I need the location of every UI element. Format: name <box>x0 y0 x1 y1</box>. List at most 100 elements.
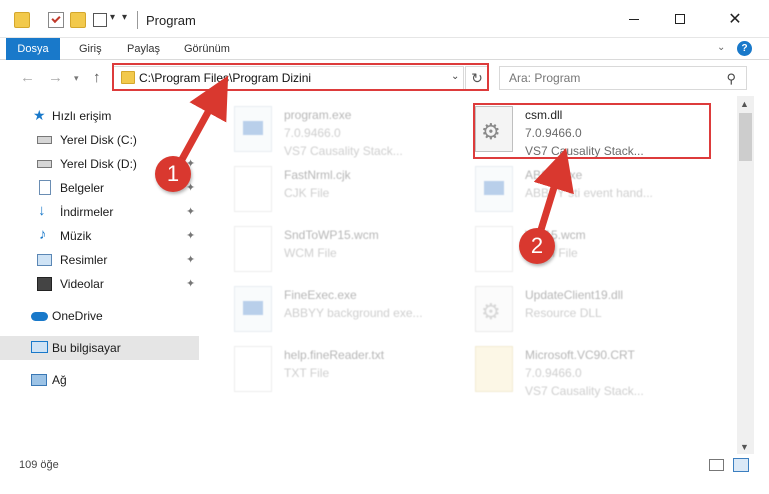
close-button[interactable]: ✕ <box>712 0 758 38</box>
file-item[interactable]: SndToWP15.wcm WCM File <box>222 224 462 280</box>
file-item[interactable]: program.exe 7.0.9466.0 VS7 Causality Sta… <box>222 104 462 160</box>
file-description: VS7 Causality Stack... <box>525 384 644 398</box>
file-name: UpdateClient19.dll <box>525 288 624 302</box>
search-placeholder: Ara: Program <box>509 71 581 85</box>
network-icon <box>31 374 47 386</box>
tab-file[interactable]: Dosya <box>6 38 60 60</box>
file-item[interactable]: Microsoft.VC90.CRT 7.0.9466.0 VS7 Causal… <box>463 344 703 400</box>
chevron-down-icon[interactable]: ▾ <box>110 12 115 23</box>
navigation-pane: ★ Hızlı erişim Yerel Disk (C:) Yerel Dis… <box>0 100 205 452</box>
star-icon: ★ <box>33 107 46 123</box>
sidebar-item-onedrive[interactable]: OneDrive <box>0 304 205 328</box>
scroll-down-icon[interactable]: ▼ <box>740 442 749 452</box>
file-item[interactable]: ABSTI.exe ABBYY sti event hand... <box>463 164 703 220</box>
file-name: program.exe <box>284 108 352 122</box>
scrollbar-thumb[interactable] <box>739 113 752 161</box>
manifest-icon <box>475 346 513 392</box>
exe-icon <box>234 286 272 332</box>
pictures-icon <box>37 254 52 266</box>
sidebar-item-quick-access[interactable]: ★ Hızlı erişim <box>0 104 205 128</box>
file-item[interactable]: FastNrml.cjk CJK File <box>222 164 462 220</box>
file-name: FineExec.exe <box>284 288 357 302</box>
pin-icon[interactable]: ✦ <box>186 229 195 242</box>
search-icon[interactable]: ⚲ <box>726 71 736 87</box>
file-item[interactable]: FineExec.exe ABBYY background exe... <box>222 284 462 340</box>
sidebar-item-label: Resimler <box>60 253 108 267</box>
tab-view[interactable]: Görünüm <box>184 38 230 60</box>
file-highlight-box <box>473 103 711 159</box>
forward-arrow-icon[interactable]: → <box>48 69 63 86</box>
scroll-up-icon[interactable]: ▲ <box>740 99 749 109</box>
gear-icon: ⚙ <box>481 299 501 324</box>
folder-icon[interactable] <box>14 12 30 28</box>
item-count: 109 öğe <box>19 459 59 471</box>
sidebar-item-label: Ağ <box>52 373 67 387</box>
file-item[interactable]: WP15.wcm WCM File <box>463 224 703 280</box>
file-type: WCM File <box>284 246 337 260</box>
sidebar-item-network[interactable]: Ağ <box>0 368 205 392</box>
file-version: 7.0.9466.0 <box>525 366 582 380</box>
document-icon <box>234 226 272 272</box>
sidebar-item-this-pc[interactable]: Bu bilgisayar <box>0 336 199 360</box>
file-description: VS7 Causality Stack... <box>284 144 403 158</box>
minimize-button[interactable] <box>611 0 657 38</box>
large-icons-view-icon[interactable] <box>733 458 749 472</box>
exe-icon <box>234 106 272 152</box>
music-icon: ♪ <box>39 226 47 243</box>
document-icon <box>234 346 272 392</box>
pin-icon[interactable]: ✦ <box>186 205 195 218</box>
sidebar-item-disk-c[interactable]: Yerel Disk (C:) <box>0 128 205 152</box>
drive-icon <box>37 160 52 168</box>
download-icon: ↓ <box>38 202 46 219</box>
sidebar-item-downloads[interactable]: ↓ İndirmeler ✦ <box>0 200 205 224</box>
sidebar-item-label: İndirmeler <box>60 205 114 219</box>
file-type: ABBYY sti event hand... <box>525 186 653 200</box>
file-name: Microsoft.VC90.CRT <box>525 348 635 362</box>
exe-icon <box>475 166 513 212</box>
sidebar-item-music[interactable]: ♪ Müzik ✦ <box>0 224 205 248</box>
drive-icon <box>37 136 52 144</box>
cloud-icon <box>31 312 48 321</box>
expand-ribbon-icon[interactable]: ⌄ <box>717 42 725 53</box>
pin-icon[interactable]: ✦ <box>186 253 195 266</box>
details-view-icon[interactable] <box>709 459 724 471</box>
file-type: ABBYY background exe... <box>284 306 423 320</box>
window-title: Program <box>146 13 196 28</box>
sidebar-item-label: Belgeler <box>60 181 105 195</box>
address-highlight-box <box>112 63 489 91</box>
search-input[interactable]: Ara: Program ⚲ <box>499 66 747 90</box>
minimize-icon <box>629 18 639 20</box>
file-name: SndToWP15.wcm <box>284 228 379 242</box>
file-item[interactable]: ⚙ UpdateClient19.dll Resource DLL <box>463 284 703 340</box>
up-arrow-icon[interactable]: ↑ <box>93 69 101 86</box>
step-2-badge: 2 <box>519 228 555 264</box>
sidebar-item-label: Bu bilgisayar <box>52 341 121 355</box>
file-type: TXT File <box>284 366 330 380</box>
file-name: FastNrml.cjk <box>284 168 351 182</box>
customize-toolbar-icon[interactable]: ▾ <box>122 12 127 23</box>
ribbon: Dosya Giriş Paylaş Görünüm ⌄ ? <box>0 38 769 60</box>
file-item[interactable]: help.fineReader.txt TXT File <box>222 344 462 400</box>
file-name: ABSTI.exe <box>525 168 583 182</box>
recent-locations-icon[interactable]: ▾ <box>74 73 79 84</box>
tab-share[interactable]: Paylaş <box>127 38 160 60</box>
back-arrow-icon[interactable]: ← <box>20 69 35 86</box>
computer-icon <box>31 341 48 353</box>
file-type: CJK File <box>284 186 330 200</box>
view-icon[interactable] <box>93 13 107 27</box>
help-icon[interactable]: ? <box>737 41 752 56</box>
properties-icon[interactable] <box>48 12 64 28</box>
sidebar-item-label: Yerel Disk (D:) <box>60 157 137 171</box>
sidebar-item-pictures[interactable]: Resimler ✦ <box>0 248 205 272</box>
maximize-icon <box>675 14 685 24</box>
new-folder-icon[interactable] <box>70 12 86 28</box>
tab-home[interactable]: Giriş <box>79 38 102 60</box>
pin-icon[interactable]: ✦ <box>186 277 195 290</box>
maximize-button[interactable] <box>657 0 703 38</box>
sidebar-item-videos[interactable]: Videolar ✦ <box>0 272 205 296</box>
sidebar-item-label: Hızlı erişim <box>52 109 112 123</box>
document-icon <box>234 166 272 212</box>
document-icon <box>475 226 513 272</box>
file-version: 7.0.9466.0 <box>284 126 341 140</box>
title-bar: ▾ ▾ Program ✕ <box>0 0 769 38</box>
